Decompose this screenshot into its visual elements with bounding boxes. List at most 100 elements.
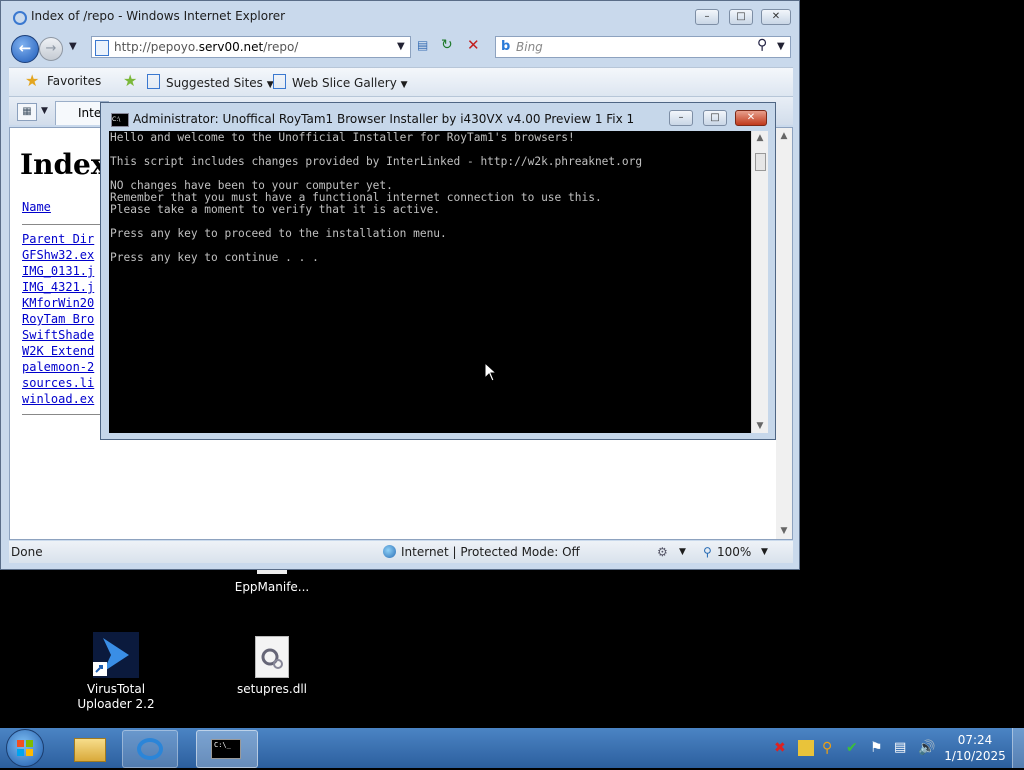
tray-shield-icon[interactable]: ✔	[846, 740, 862, 756]
windows-logo-icon	[17, 740, 33, 756]
console-app-icon: C:\	[111, 113, 129, 127]
stop-icon[interactable]: ✕	[467, 36, 480, 54]
chevron-down-icon: ▼	[400, 80, 408, 90]
divider	[22, 224, 112, 225]
file-link[interactable]: Parent Dir	[22, 232, 94, 246]
favorites-star-icon: ★	[25, 71, 40, 90]
taskbar-explorer-button[interactable]	[62, 730, 116, 766]
status-bar: Done Internet | Protected Mode: Off ⚙ ▼ …	[9, 541, 793, 563]
console-screen[interactable]: Hello and welcome to the Unofficial Inst…	[109, 131, 751, 433]
globe-icon	[383, 545, 396, 558]
console-minimize-button[interactable]: –	[669, 110, 693, 126]
web-slice-gallery-link[interactable]: Web Slice Gallery ▼	[273, 74, 408, 90]
security-icon[interactable]: ⚙	[657, 541, 668, 563]
search-dropdown-icon[interactable]: ▼	[777, 41, 785, 52]
scroll-up-arrow-icon[interactable]: ▲	[752, 133, 768, 143]
tray-network-error-icon[interactable]: ✖	[774, 740, 790, 756]
desktop-icon-setupres[interactable]: setupres.dll	[224, 636, 320, 697]
clock[interactable]: 07:24 1/10/2025	[940, 732, 1010, 764]
tray-flag-icon[interactable]: ⚑	[870, 740, 886, 756]
refresh-icon[interactable]: ↻	[441, 37, 453, 53]
file-link[interactable]: IMG_4321.j	[22, 280, 94, 294]
console-maximize-button[interactable]: □	[703, 110, 727, 126]
column-name-link[interactable]: Name	[22, 200, 51, 214]
page-scrollbar[interactable]: ▲ ▼	[776, 128, 792, 539]
minimize-button[interactable]: –	[695, 9, 719, 25]
address-prefix: http://pepoyo.	[114, 40, 199, 54]
file-link[interactable]: RoyTam Bro	[22, 312, 94, 326]
ie-page-icon	[273, 74, 286, 89]
desktop-icon-eppmanifest[interactable]: EppManife...	[224, 570, 320, 595]
history-dropdown-icon[interactable]: ▼	[69, 41, 77, 52]
add-favorites-icon[interactable]: ★	[123, 71, 137, 90]
search-icon[interactable]: ⚲	[757, 37, 767, 53]
clock-date: 1/10/2025	[944, 749, 1006, 763]
forward-button[interactable]: →	[39, 37, 63, 61]
file-icon	[257, 570, 287, 574]
ie-page-icon	[147, 74, 160, 89]
address-bar[interactable]: http://pepoyo.serv00.net/repo/	[91, 36, 411, 58]
file-link[interactable]: SwiftShade	[22, 328, 94, 342]
suggested-sites-link[interactable]: Suggested Sites ▼	[147, 74, 274, 90]
tray-network-icon[interactable]: ▤	[894, 740, 910, 756]
close-button[interactable]: ✕	[761, 9, 791, 25]
scroll-thumb[interactable]	[755, 153, 766, 171]
tab-list-dropdown-icon[interactable]: ▼	[41, 106, 48, 116]
taskbar-ie-button[interactable]	[122, 730, 178, 768]
file-link[interactable]: palemoon-2	[22, 360, 94, 374]
file-link[interactable]: winload.ex	[22, 392, 94, 406]
back-button[interactable]: ←	[11, 35, 39, 63]
desktop-icon-label: EppManife...	[234, 580, 310, 594]
search-input[interactable]: Bing	[495, 36, 791, 58]
file-link[interactable]: GFShw32.ex	[22, 248, 94, 262]
dll-file-icon	[255, 636, 289, 678]
address-dropdown-icon[interactable]: ▼	[397, 41, 405, 52]
console-scrollbar[interactable]: ▲ ▼	[751, 131, 768, 433]
ie-logo-icon	[13, 11, 27, 25]
address-path: /repo/	[263, 40, 299, 54]
file-link[interactable]: W2K Extend	[22, 344, 94, 358]
file-link[interactable]: IMG_0131.j	[22, 264, 94, 278]
taskbar-console-button[interactable]: C:\_	[196, 730, 258, 768]
address-domain: serv00.net	[198, 40, 264, 54]
favorites-bar: ★ Favorites ★ Suggested Sites ▼ Web Slic…	[9, 67, 793, 97]
divider	[22, 414, 112, 415]
console-title: Administrator: Unoffical RoyTam1 Browser…	[133, 112, 635, 126]
file-link[interactable]: KMforWin20	[22, 296, 94, 310]
virustotal-icon	[93, 632, 139, 678]
console-window[interactable]: C:\ Administrator: Unoffical RoyTam1 Bro…	[100, 102, 776, 440]
start-button[interactable]	[6, 729, 44, 767]
favorites-button[interactable]: Favorites	[47, 74, 101, 88]
bing-icon: b	[501, 39, 511, 54]
suggested-sites-label: Suggested Sites	[166, 76, 263, 90]
console-icon: C:\_	[211, 739, 241, 759]
folder-icon	[74, 738, 106, 762]
ie-icon	[137, 738, 163, 760]
desktop-icon-virustotal[interactable]: VirusTotal Uploader 2.2	[68, 632, 164, 712]
scroll-down-arrow-icon[interactable]: ▼	[776, 526, 792, 536]
tray-search-icon[interactable]: ⚲	[822, 740, 838, 756]
clock-time: 07:24	[957, 733, 993, 747]
page-icon	[95, 40, 109, 56]
quick-tabs-icon[interactable]: ▦	[17, 103, 37, 121]
status-text: Done	[11, 545, 43, 559]
console-close-button[interactable]: ✕	[735, 110, 767, 126]
tray-volume-icon[interactable]: 🔊	[918, 740, 935, 756]
scroll-down-arrow-icon[interactable]: ▼	[752, 421, 768, 431]
compatibility-icon[interactable]: ▤	[417, 38, 433, 54]
desktop-icon-label: setupres.dll	[237, 682, 307, 696]
zoom-icon: ⚲	[703, 545, 712, 559]
page-heading: Index	[20, 148, 108, 181]
maximize-button[interactable]: □	[729, 9, 753, 25]
desktop-icon-label: VirusTotal Uploader 2.2	[77, 682, 155, 711]
file-link[interactable]: sources.li	[22, 376, 94, 390]
tray-app-icon[interactable]	[798, 740, 814, 756]
mouse-cursor-icon	[484, 362, 498, 382]
taskbar: C:\_ ✖ ⚲ ✔ ⚑ ▤ 🔊 07:24 1/10/2025	[0, 728, 1024, 768]
zoom-dropdown-icon[interactable]: ▼	[761, 541, 768, 563]
zone-status[interactable]: Internet | Protected Mode: Off	[401, 541, 580, 563]
zoom-level[interactable]: 100%	[717, 541, 751, 563]
show-desktop-button[interactable]	[1012, 728, 1024, 768]
scroll-up-arrow-icon[interactable]: ▲	[776, 131, 792, 141]
chevron-down-icon[interactable]: ▼	[679, 541, 686, 563]
